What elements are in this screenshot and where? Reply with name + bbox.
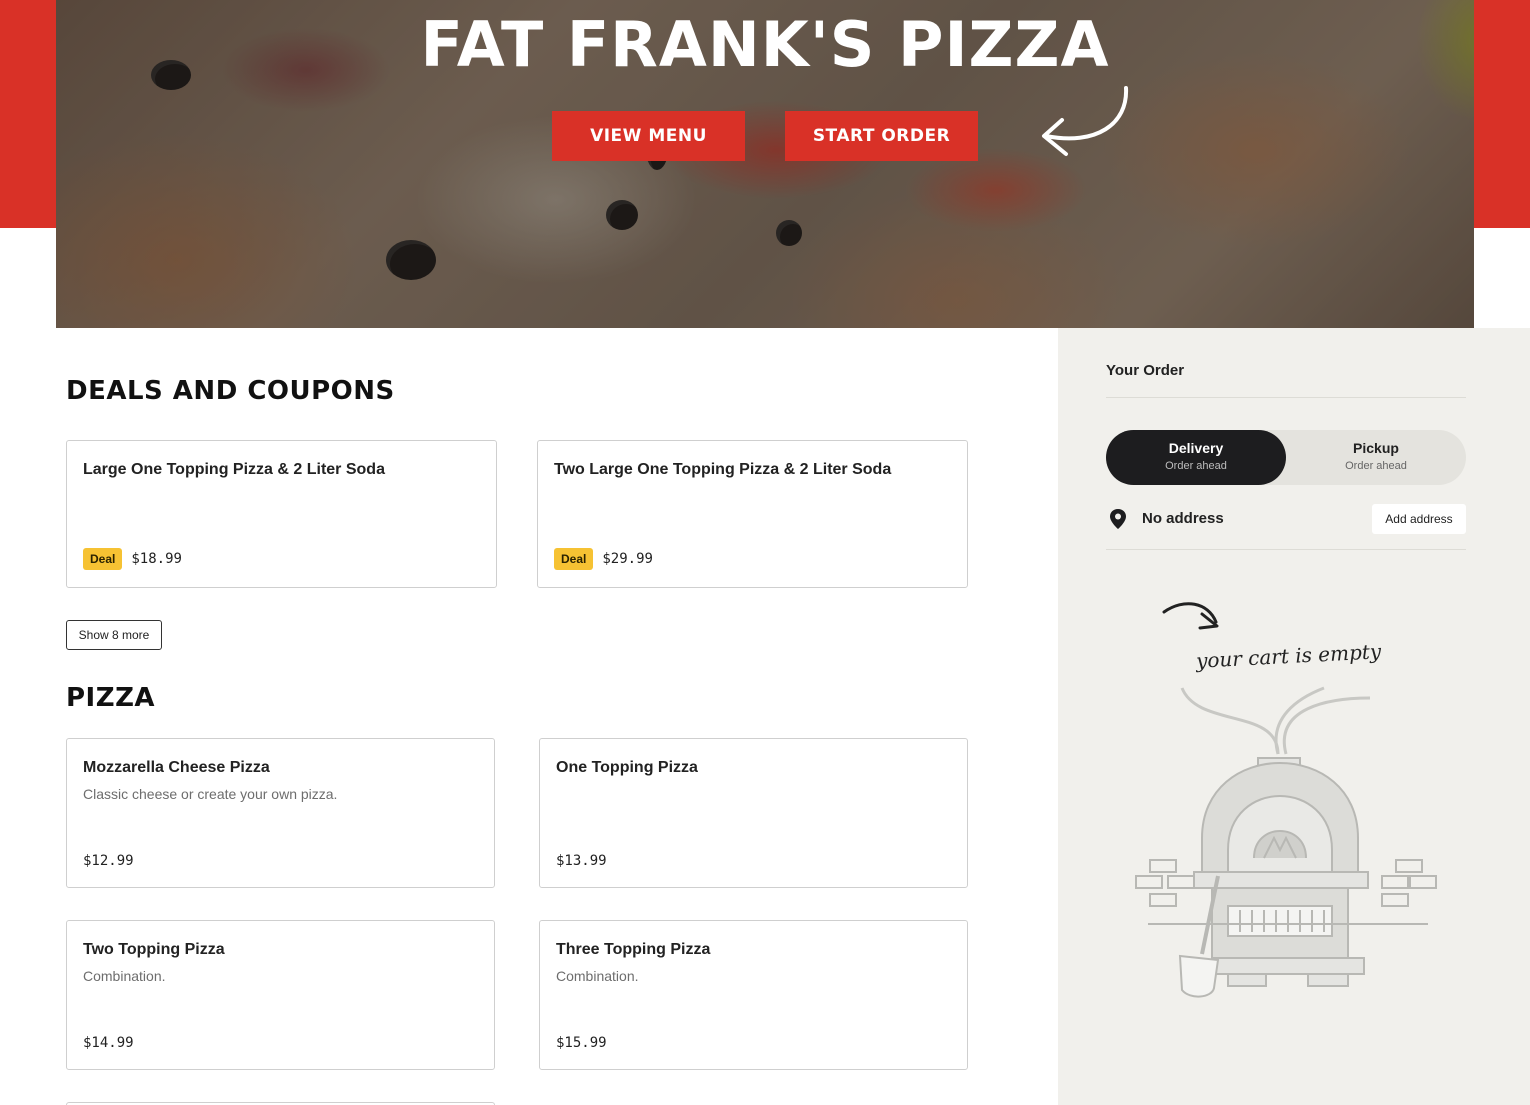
menu-item-card[interactable]: One Topping Pizza $13.99 bbox=[539, 738, 968, 888]
menu-item-name: One Topping Pizza bbox=[556, 759, 698, 776]
pickup-sublabel: Order ahead bbox=[1345, 460, 1407, 472]
menu-item-name: Two Topping Pizza bbox=[83, 941, 225, 958]
menu-item-description: Combination. bbox=[83, 968, 166, 984]
show-more-deals-button[interactable]: Show 8 more bbox=[66, 620, 162, 650]
deal-price-row: Deal $29.99 bbox=[554, 548, 653, 570]
location-pin-icon bbox=[1110, 509, 1126, 529]
deal-card[interactable]: Two Large One Topping Pizza & 2 Liter So… bbox=[537, 440, 968, 588]
menu-item-name: Mozzarella Cheese Pizza bbox=[83, 759, 270, 776]
address-row: No address Add address bbox=[1106, 504, 1466, 534]
divider bbox=[1106, 397, 1466, 398]
menu-item-card[interactable]: Three Topping Pizza Combination. $15.99 bbox=[539, 920, 968, 1070]
address-text: No address bbox=[1142, 510, 1224, 527]
hero-banner: FAT FRANK'S PIZZA VIEW MENU START ORDER bbox=[56, 0, 1474, 328]
deals-heading: DEALS AND COUPONS bbox=[66, 376, 395, 406]
menu-item-price: $15.99 bbox=[556, 1035, 607, 1051]
pizza-heading: PIZZA bbox=[66, 683, 156, 713]
deal-card[interactable]: Large One Topping Pizza & 2 Liter Soda D… bbox=[66, 440, 497, 588]
deal-price-row: Deal $18.99 bbox=[83, 548, 182, 570]
deal-name: Two Large One Topping Pizza & 2 Liter So… bbox=[554, 461, 892, 478]
deal-badge: Deal bbox=[554, 548, 594, 570]
fulfillment-toggle: Delivery Order ahead Pickup Order ahead bbox=[1106, 430, 1466, 485]
menu-item-price: $12.99 bbox=[83, 853, 134, 869]
menu-item-card[interactable]: Mozzarella Cheese Pizza Classic cheese o… bbox=[66, 738, 495, 888]
menu-content: DEALS AND COUPONS Large One Topping Pizz… bbox=[0, 328, 1058, 1105]
add-address-button[interactable]: Add address bbox=[1372, 504, 1466, 534]
delivery-label: Delivery bbox=[1168, 440, 1224, 456]
start-order-button[interactable]: START ORDER bbox=[785, 111, 978, 161]
order-title: Your Order bbox=[1106, 362, 1185, 379]
menu-item-description: Classic cheese or create your own pizza. bbox=[83, 786, 338, 802]
menu-item-name: Three Topping Pizza bbox=[556, 941, 711, 958]
view-menu-button[interactable]: VIEW MENU bbox=[552, 111, 745, 161]
pickup-label: Pickup bbox=[1353, 440, 1399, 456]
deal-price: $29.99 bbox=[602, 551, 653, 567]
curved-arrow-icon bbox=[1042, 86, 1129, 156]
restaurant-title: FAT FRANK'S PIZZA bbox=[420, 8, 1110, 81]
menu-item-price: $13.99 bbox=[556, 853, 607, 869]
deal-name: Large One Topping Pizza & 2 Liter Soda bbox=[83, 461, 385, 478]
menu-item-card[interactable]: Two Topping Pizza Combination. $14.99 bbox=[66, 920, 495, 1070]
delivery-sublabel: Order ahead bbox=[1165, 460, 1227, 472]
deal-price: $18.99 bbox=[131, 551, 182, 567]
order-sidebar: Your Order Delivery Order ahead Pickup O… bbox=[1058, 328, 1530, 1105]
pickup-option[interactable]: Pickup Order ahead bbox=[1286, 430, 1466, 485]
divider bbox=[1106, 549, 1466, 550]
menu-item-description: Combination. bbox=[556, 968, 639, 984]
delivery-option[interactable]: Delivery Order ahead bbox=[1106, 430, 1286, 485]
menu-item-price: $14.99 bbox=[83, 1035, 134, 1051]
deal-badge: Deal bbox=[83, 548, 123, 570]
